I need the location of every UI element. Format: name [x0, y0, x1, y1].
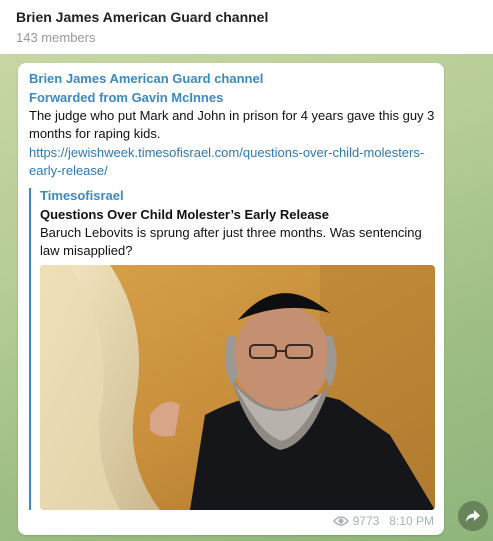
view-count: 9773	[352, 514, 380, 528]
member-count: 143 members	[16, 30, 96, 45]
message-bubble[interactable]: Brien James American Guard channel Forwa…	[18, 63, 444, 535]
eye-icon	[332, 516, 349, 526]
share-arrow-icon	[466, 510, 480, 522]
message-link[interactable]: https://jewishweek.timesofisrael.com/que…	[29, 144, 429, 180]
message-time: 8:10 PM	[389, 514, 434, 528]
preview-site-name: Timesofisrael	[40, 188, 124, 203]
message-channel-name[interactable]: Brien James American Guard channel	[29, 71, 263, 86]
preview-description: Baruch Lebovits is sprung after just thr…	[40, 225, 422, 258]
chat-title: Brien James American Guard channel	[16, 9, 269, 25]
link-preview[interactable]: Timesofisrael Questions Over Child Moles…	[29, 188, 435, 510]
message-meta: 9773 8:10 PM	[332, 514, 434, 528]
message-text: The judge who put Mark and John in priso…	[29, 108, 435, 141]
forwarded-from[interactable]: Forwarded from Gavin McInnes	[29, 90, 223, 105]
preview-title: Questions Over Child Molester’s Early Re…	[40, 207, 330, 222]
chat-header[interactable]: Brien James American Guard channel 143 m…	[0, 0, 493, 54]
share-button[interactable]	[458, 501, 488, 531]
preview-photo[interactable]	[40, 265, 435, 510]
photo-courtroom-man	[40, 265, 435, 510]
